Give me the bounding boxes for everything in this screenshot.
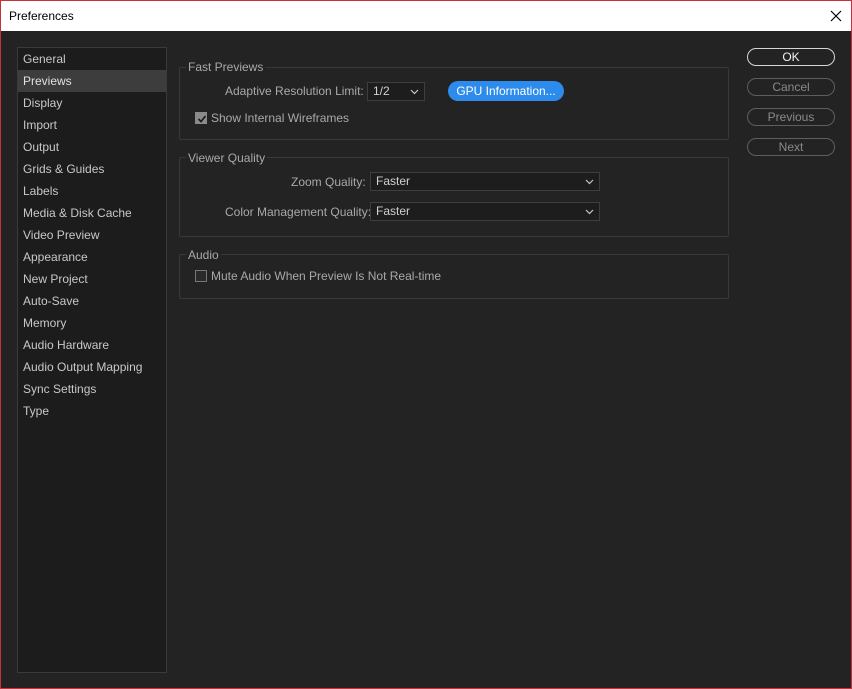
sidebar-item-video-preview[interactable]: Video Preview [18,224,166,246]
sidebar-item-appearance[interactable]: Appearance [18,246,166,268]
sidebar-item-output[interactable]: Output [18,136,166,158]
sidebar-item-auto-save[interactable]: Auto-Save [18,290,166,312]
dialog-content: General Previews Display Import Output G… [1,31,851,688]
zoom-quality-select[interactable]: Faster [370,172,600,191]
fast-previews-title: Fast Previews [186,60,266,74]
sidebar: General Previews Display Import Output G… [17,47,167,673]
chevron-down-icon [410,83,419,100]
resolution-value: 1/2 [373,84,390,98]
viewer-quality-title: Viewer Quality [186,151,268,165]
gpu-information-button[interactable]: GPU Information... [448,81,564,101]
sidebar-item-sync-settings[interactable]: Sync Settings [18,378,166,400]
sidebar-item-audio-output-mapping[interactable]: Audio Output Mapping [18,356,166,378]
next-button[interactable]: Next [747,138,835,156]
audio-title: Audio [186,248,221,262]
viewer-quality-group [179,157,729,237]
sidebar-item-display[interactable]: Display [18,92,166,114]
sidebar-item-type[interactable]: Type [18,400,166,422]
preferences-window: Preferences General Previews Display Imp… [0,0,852,689]
sidebar-item-new-project[interactable]: New Project [18,268,166,290]
title-bar: Preferences [1,1,851,31]
fast-previews-group [179,67,729,140]
chevron-down-icon [585,173,594,190]
close-icon[interactable] [821,1,851,31]
window-title: Preferences [9,9,74,23]
cancel-button[interactable]: Cancel [747,78,835,96]
previous-button[interactable]: Previous [747,108,835,126]
check-icon [197,115,207,123]
sidebar-item-previews[interactable]: Previews [18,70,166,92]
sidebar-item-audio-hardware[interactable]: Audio Hardware [18,334,166,356]
sidebar-item-media-disk-cache[interactable]: Media & Disk Cache [18,202,166,224]
zoom-quality-label: Zoom Quality: [291,175,366,189]
resolution-label: Adaptive Resolution Limit: [225,84,364,98]
show-wireframes-label[interactable]: Show Internal Wireframes [211,111,349,125]
ok-button[interactable]: OK [747,48,835,66]
show-wireframes-checkbox[interactable] [195,112,207,124]
sidebar-item-memory[interactable]: Memory [18,312,166,334]
color-management-value: Faster [376,204,411,218]
zoom-quality-value: Faster [376,174,411,188]
sidebar-item-grids-guides[interactable]: Grids & Guides [18,158,166,180]
mute-audio-label[interactable]: Mute Audio When Preview Is Not Real-time [211,269,441,283]
color-management-label: Color Management Quality: [225,205,372,219]
chevron-down-icon [585,203,594,220]
sidebar-item-labels[interactable]: Labels [18,180,166,202]
resolution-select[interactable]: 1/2 [367,82,425,101]
sidebar-item-import[interactable]: Import [18,114,166,136]
mute-audio-checkbox[interactable] [195,270,207,282]
color-management-select[interactable]: Faster [370,202,600,221]
sidebar-item-general[interactable]: General [18,48,166,70]
